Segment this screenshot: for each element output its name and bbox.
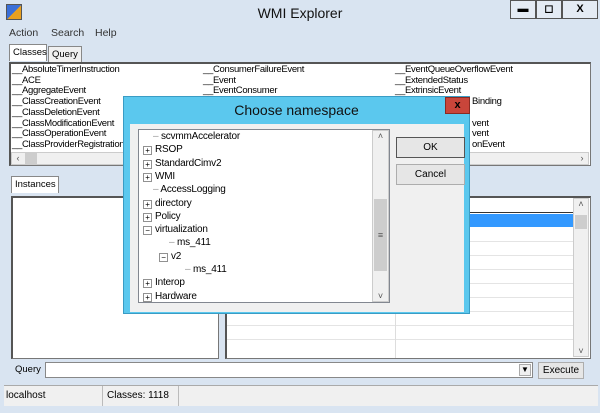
tree-node-label: v2 xyxy=(171,250,182,262)
tree-node[interactable]: + Hardware xyxy=(143,291,197,302)
collapse-icon[interactable]: − xyxy=(159,252,168,262)
class-item[interactable]: onEvent xyxy=(472,139,505,151)
tree-node[interactable]: – ms_411 xyxy=(185,264,227,275)
scroll-thumb[interactable]: ≡ xyxy=(374,199,387,271)
cancel-button[interactable]: Cancel xyxy=(396,164,465,185)
tree-node[interactable]: + Interop xyxy=(143,277,185,289)
tab-query[interactable]: Query xyxy=(48,46,82,63)
tree-node-label: directory xyxy=(155,197,192,209)
tree-line: – xyxy=(185,264,193,275)
tree-node-label: Interop xyxy=(155,277,185,289)
ok-button[interactable]: OK xyxy=(396,137,465,158)
query-label: Query xyxy=(15,364,41,375)
menu-search[interactable]: Search xyxy=(51,27,84,39)
scroll-up-icon[interactable]: ˄ xyxy=(574,199,588,209)
tree-node[interactable]: + StandardCimv2 xyxy=(143,157,222,169)
tree-node[interactable]: + Policy xyxy=(143,210,181,222)
tree-node-label: RSOP xyxy=(155,144,183,156)
class-item[interactable]: Binding xyxy=(472,96,502,108)
scroll-up-icon[interactable]: ˄ xyxy=(373,131,388,141)
dialog-title: Choose namespace xyxy=(234,102,359,118)
expand-icon[interactable]: + xyxy=(143,146,152,156)
maximize-button[interactable]: ◻ xyxy=(536,0,562,19)
status-host: localhost xyxy=(6,390,46,401)
tree-node-label: StandardCimv2 xyxy=(155,157,222,169)
tree-node-label: ms_411 xyxy=(192,264,227,275)
dialog-close-button[interactable]: x xyxy=(445,97,470,114)
expand-icon[interactable]: + xyxy=(143,172,152,182)
execute-button[interactable]: Execute xyxy=(538,362,584,379)
tab-classes[interactable]: Classes xyxy=(9,44,47,61)
tree-node[interactable]: – scvmmAccelerator xyxy=(153,131,240,142)
dialog-body: – scvmmAccelerator + RSOP + StandardCimv2 + WM… xyxy=(130,124,465,312)
scroll-thumb[interactable] xyxy=(575,215,587,229)
tab-instances[interactable]: Instances xyxy=(11,176,59,193)
close-button[interactable]: X xyxy=(562,0,598,19)
tree-line: – xyxy=(153,131,161,142)
scroll-thumb[interactable] xyxy=(25,153,37,164)
tree-node[interactable]: – ms_411 xyxy=(169,237,211,248)
scroll-down-icon[interactable]: ˅ xyxy=(574,346,588,356)
tree-node-label: Hardware xyxy=(155,290,197,302)
minimize-button[interactable]: ▬ xyxy=(510,0,536,19)
expand-icon[interactable]: + xyxy=(143,292,152,302)
menu-action[interactable]: Action xyxy=(9,27,38,39)
expand-icon[interactable]: + xyxy=(143,212,152,222)
menu-help[interactable]: Help xyxy=(95,27,117,39)
tree-node-label: scvmmAccelerator xyxy=(160,131,240,142)
query-input[interactable]: ▼ xyxy=(45,362,533,378)
tree-line: – xyxy=(169,237,177,249)
scroll-down-icon[interactable]: ˅ xyxy=(373,291,388,301)
tree-node[interactable]: + WMI xyxy=(143,171,175,182)
expand-icon[interactable]: + xyxy=(143,279,152,289)
expand-icon[interactable]: + xyxy=(143,199,152,209)
scroll-left-icon[interactable]: ‹ xyxy=(12,153,24,164)
collapse-icon[interactable]: − xyxy=(143,226,152,236)
status-bar: localhost Classes: 1118 xyxy=(4,385,598,406)
tree-node-label: WMI xyxy=(155,170,175,182)
tree-node-label: ms_411 xyxy=(176,237,211,249)
title-bar: WMI Explorer ▬ ◻ X xyxy=(0,0,600,28)
expand-icon[interactable]: + xyxy=(143,159,152,169)
class-item[interactable]: __ClassProviderRegistration xyxy=(12,139,125,151)
class-item[interactable]: __ClassDeletionEvent xyxy=(12,107,100,119)
namespace-tree[interactable]: – scvmmAccelerator + RSOP + StandardCimv2 + WM… xyxy=(138,129,390,303)
tree-node[interactable]: − virtualization xyxy=(143,224,208,236)
tree-node-label: virtualization xyxy=(155,224,208,236)
tree-node-label: Policy xyxy=(155,210,181,222)
dropdown-arrow-icon[interactable]: ▼ xyxy=(519,364,531,376)
tree-node[interactable]: – AccessLogging xyxy=(153,184,226,195)
tree-node[interactable]: + directory xyxy=(143,198,192,209)
tree-node[interactable]: − v2 xyxy=(159,251,181,262)
grid-vscrollbar[interactable]: ˄ ˅ xyxy=(573,198,589,357)
tree-node-label: AccessLogging xyxy=(160,184,226,196)
tree-vscrollbar[interactable]: ˄ ≡ ˅ xyxy=(372,130,389,302)
choose-namespace-dialog: Choose namespace x – scvmmAccelerator + RS… xyxy=(123,96,470,314)
scroll-right-icon[interactable]: › xyxy=(576,153,588,164)
status-classes: Classes: 1118 xyxy=(107,390,169,401)
tree-node[interactable]: + RSOP xyxy=(143,144,183,156)
